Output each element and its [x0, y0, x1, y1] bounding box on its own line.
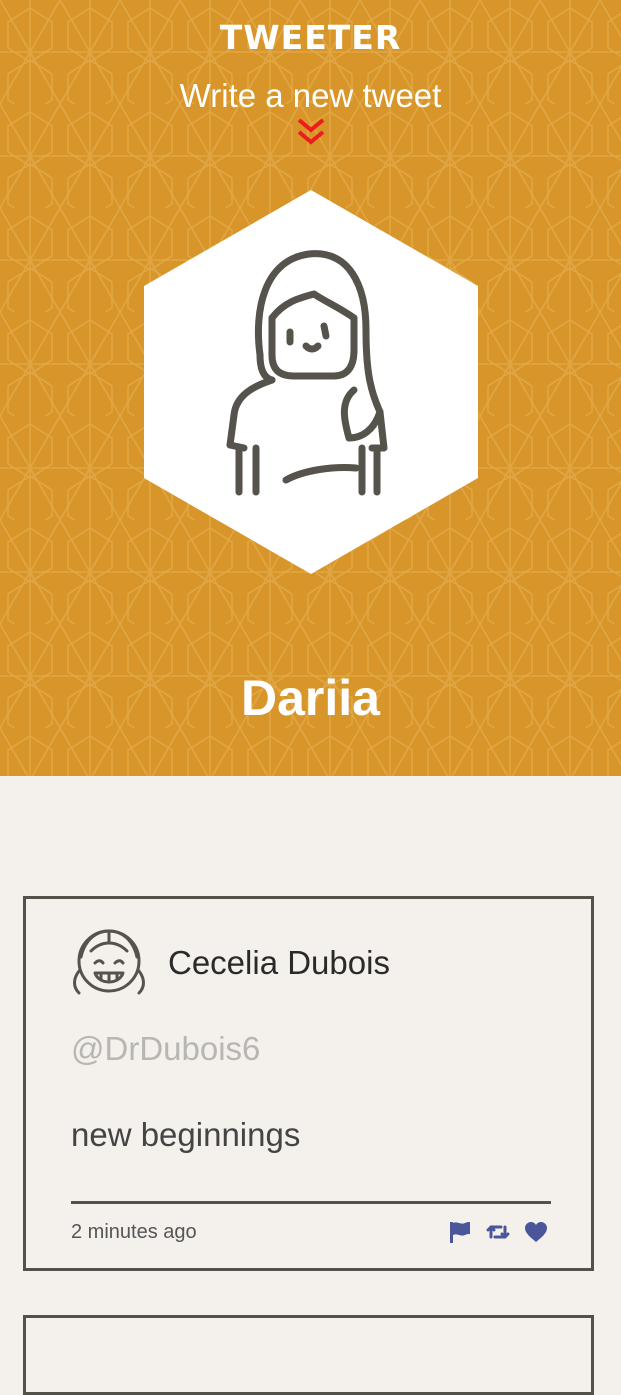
- tweet-actions: [448, 1217, 548, 1247]
- tweet-content: new beginnings: [71, 1116, 301, 1153]
- girl-avatar-icon: [73, 929, 145, 995]
- profile-avatar: [144, 190, 478, 574]
- app-logo[interactable]: TWEETER: [0, 18, 621, 58]
- tweet-author-name: Cecelia Dubois: [168, 944, 390, 981]
- flag-icon[interactable]: [448, 1220, 472, 1244]
- retweet-icon[interactable]: [486, 1220, 510, 1244]
- profile-name: Dariia: [241, 670, 380, 726]
- tweet-card: [23, 1315, 594, 1395]
- double-chevron-down-icon[interactable]: [295, 116, 327, 150]
- tweet-timestamp: 2 minutes ago: [71, 1221, 197, 1243]
- profile-header: TWEETER Write a new tweet Dariia: [0, 0, 621, 776]
- tweet-divider: [71, 1201, 551, 1204]
- write-tweet-toggle[interactable]: Write a new tweet: [0, 76, 621, 150]
- heart-icon[interactable]: [524, 1220, 548, 1244]
- write-tweet-label: Write a new tweet: [179, 77, 442, 114]
- tweet-card: Cecelia Dubois @DrDubois6 new beginnings…: [23, 896, 594, 1271]
- tweet-author-handle: @DrDubois6: [71, 1030, 261, 1067]
